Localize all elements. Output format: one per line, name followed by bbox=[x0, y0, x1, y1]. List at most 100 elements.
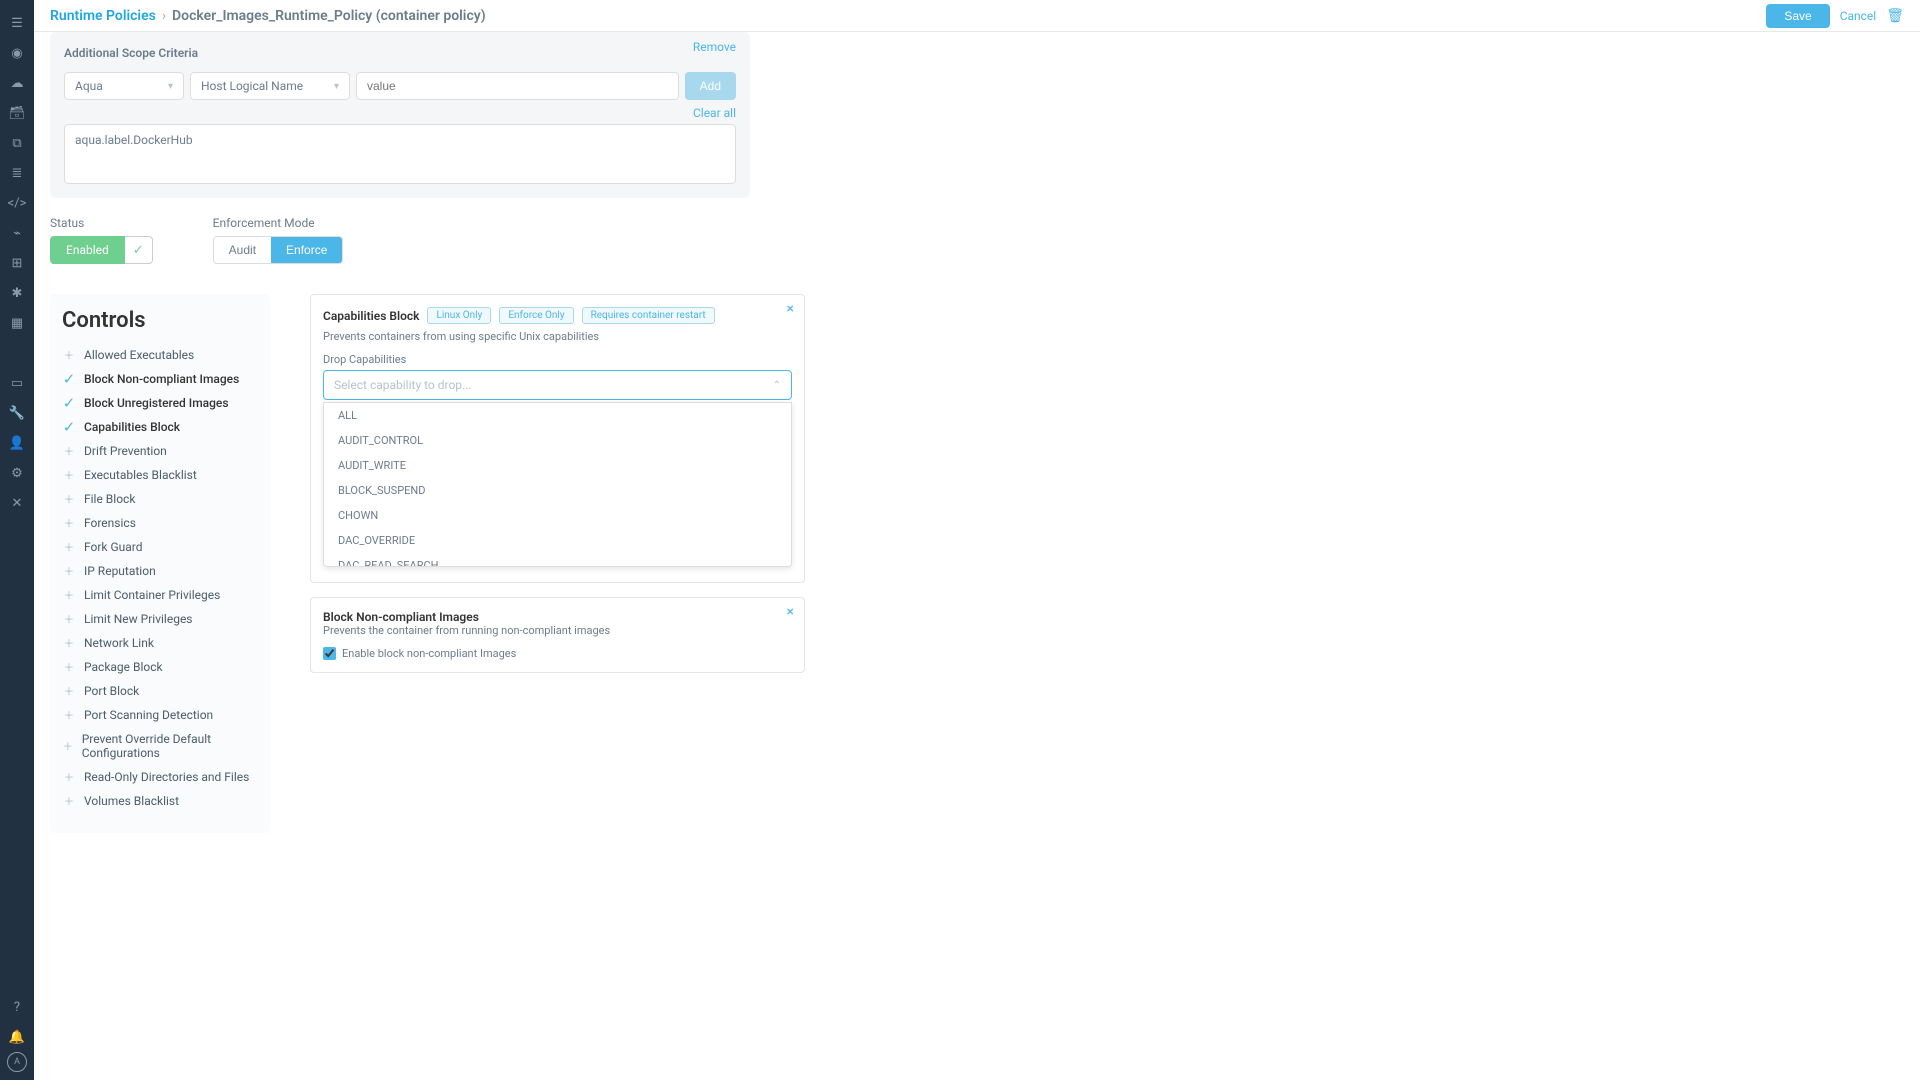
left-sidebar: ☰ ◉ ☁ 🗃 ⧉ ≣ </> ⌁ ⊞ ✱ ▦ ▭ 🔧 👤 ⚙ ✕ ? 🔔 A bbox=[0, 0, 34, 1080]
control-label: Package Block bbox=[84, 660, 163, 674]
users-icon[interactable]: 👤 bbox=[0, 428, 34, 458]
plus-icon: + bbox=[62, 708, 76, 722]
checkmark-icon: ✓ bbox=[133, 243, 144, 258]
control-label: Prevent Override Default Configurations bbox=[82, 732, 258, 760]
chevron-up-icon: ⌃ bbox=[773, 380, 781, 391]
control-item[interactable]: +Read-Only Directories and Files bbox=[62, 765, 258, 789]
enable-checkbox[interactable] bbox=[323, 647, 336, 660]
enable-checkbox-row[interactable]: Enable block non-compliant Images bbox=[323, 647, 792, 660]
dropdown-option[interactable]: ALL bbox=[324, 403, 791, 428]
dropdown-option[interactable]: BLOCK_SUSPEND bbox=[324, 478, 791, 503]
reports-icon[interactable]: ▦ bbox=[0, 308, 34, 338]
close-icon[interactable]: × bbox=[787, 301, 794, 317]
select-placeholder: Select capability to drop... bbox=[334, 378, 472, 392]
field-label: Drop Capabilities bbox=[323, 353, 792, 366]
control-item[interactable]: +IP Reputation bbox=[62, 559, 258, 583]
clear-all-link[interactable]: Clear all bbox=[64, 106, 736, 120]
status-toggle[interactable]: Enabled ✓ bbox=[50, 236, 153, 264]
help-icon[interactable]: ? bbox=[0, 992, 34, 1022]
settings-icon[interactable]: 🔧 bbox=[0, 398, 34, 428]
control-item[interactable]: + Network Link bbox=[62, 631, 258, 655]
control-item[interactable]: ✓Block Non-compliant Images bbox=[62, 367, 258, 391]
control-label: Network Link bbox=[84, 636, 154, 650]
integrations-icon[interactable]: ⚙ bbox=[0, 458, 34, 488]
plus-icon: + bbox=[62, 348, 76, 362]
status-enabled-button[interactable]: Enabled bbox=[50, 236, 125, 264]
control-item[interactable]: ✓Block Unregistered Images bbox=[62, 391, 258, 415]
enforce-button[interactable]: Enforce bbox=[271, 237, 342, 263]
control-item[interactable]: + Package Block bbox=[62, 655, 258, 679]
enforcement-label: Enforcement Mode bbox=[213, 216, 344, 230]
notifications-icon[interactable]: 🔔 bbox=[0, 1022, 34, 1052]
dropdown-option[interactable]: AUDIT_CONTROL bbox=[324, 428, 791, 453]
scope-criteria-list[interactable]: aqua.label.DockerHub bbox=[64, 124, 736, 184]
scope-type-value: Aqua bbox=[75, 79, 103, 93]
status-label: Status bbox=[50, 216, 153, 230]
control-item[interactable]: +Allowed Executables bbox=[62, 343, 258, 367]
dropdown-option[interactable]: AUDIT_WRITE bbox=[324, 453, 791, 478]
infra-icon[interactable]: ⌁ bbox=[0, 218, 34, 248]
control-item[interactable]: +Executables Blacklist bbox=[62, 463, 258, 487]
images-icon[interactable]: 🗃 bbox=[0, 98, 34, 128]
user-avatar[interactable]: A bbox=[7, 1052, 27, 1072]
control-label: IP Reputation bbox=[84, 564, 156, 578]
policy-icon[interactable]: ▭ bbox=[0, 368, 34, 398]
checkbox-label: Enable block non-compliant Images bbox=[342, 647, 516, 660]
control-item[interactable]: +Port Scanning Detection bbox=[62, 703, 258, 727]
plus-icon: + bbox=[62, 660, 76, 674]
control-item[interactable]: + File Block bbox=[62, 487, 258, 511]
servers-icon[interactable]: ≣ bbox=[0, 158, 34, 188]
scope-attr-select[interactable]: Host Logical Name ▾ bbox=[190, 72, 350, 100]
dashboard-icon[interactable]: ◉ bbox=[0, 38, 34, 68]
control-item[interactable]: +Forensics bbox=[62, 511, 258, 535]
control-item[interactable]: +Limit Container Privileges bbox=[62, 583, 258, 607]
dropdown-option[interactable]: DAC_OVERRIDE bbox=[324, 528, 791, 553]
scope-value-input[interactable] bbox=[356, 72, 679, 100]
dropdown-option[interactable]: DAC_READ_SEARCH bbox=[324, 553, 791, 567]
plus-icon: + bbox=[62, 636, 76, 650]
control-item[interactable]: +Drift Prevention bbox=[62, 439, 258, 463]
control-item[interactable]: +Volumes Blacklist bbox=[62, 789, 258, 813]
scope-type-select[interactable]: Aqua ▾ bbox=[64, 72, 184, 100]
control-label: Drift Prevention bbox=[84, 444, 167, 458]
services-icon[interactable]: ✱ bbox=[0, 278, 34, 308]
controls-panel: Controls +Allowed Executables✓Block Non-… bbox=[50, 294, 270, 833]
cloud-icon[interactable]: ☁ bbox=[0, 68, 34, 98]
chevron-down-icon: ▾ bbox=[168, 81, 173, 92]
plus-icon: + bbox=[62, 739, 74, 753]
drop-capabilities-select[interactable]: Select capability to drop... ⌃ bbox=[323, 370, 792, 400]
plus-icon: + bbox=[62, 492, 76, 506]
checkmark-icon: ✓ bbox=[62, 396, 76, 410]
control-label: File Block bbox=[84, 492, 135, 506]
chevron-down-icon: ▾ bbox=[334, 81, 339, 92]
control-item[interactable]: +Port Block bbox=[62, 679, 258, 703]
status-check-button[interactable]: ✓ bbox=[125, 236, 153, 264]
close-icon[interactable]: ✕ bbox=[0, 488, 34, 518]
workloads-icon[interactable]: ⧉ bbox=[0, 128, 34, 158]
code-icon[interactable]: </> bbox=[0, 188, 34, 218]
breadcrumb-parent[interactable]: Runtime Policies bbox=[50, 8, 156, 24]
control-item[interactable]: +Fork Guard bbox=[62, 535, 258, 559]
audit-button[interactable]: Audit bbox=[214, 237, 271, 263]
plus-icon: + bbox=[62, 540, 76, 554]
scope-title: Additional Scope Criteria bbox=[64, 46, 736, 60]
control-item[interactable]: +Limit New Privileges bbox=[62, 607, 258, 631]
control-item[interactable]: ✓Capabilities Block bbox=[62, 415, 258, 439]
badge-linux: Linux Only bbox=[427, 307, 491, 324]
plus-icon: + bbox=[62, 588, 76, 602]
scope-criteria-card: Additional Scope Criteria Remove Aqua ▾ … bbox=[50, 32, 750, 198]
breadcrumb-current: Docker_Images_Runtime_Policy (container … bbox=[172, 8, 486, 24]
registries-icon[interactable]: ⊞ bbox=[0, 248, 34, 278]
control-label: Block Non-compliant Images bbox=[84, 372, 239, 386]
delete-icon[interactable]: 🗑 bbox=[1886, 8, 1904, 24]
remove-link[interactable]: Remove bbox=[693, 40, 736, 54]
breadcrumb-separator-icon: › bbox=[162, 8, 166, 24]
control-label: Forensics bbox=[84, 516, 136, 530]
cancel-button[interactable]: Cancel bbox=[1840, 9, 1877, 23]
dropdown-option[interactable]: CHOWN bbox=[324, 503, 791, 528]
add-button[interactable]: Add bbox=[685, 72, 736, 100]
save-button[interactable]: Save bbox=[1766, 4, 1829, 28]
menu-icon[interactable]: ☰ bbox=[0, 8, 34, 38]
control-item[interactable]: + Prevent Override Default Configurations bbox=[62, 727, 258, 765]
close-icon[interactable]: × bbox=[787, 604, 794, 620]
